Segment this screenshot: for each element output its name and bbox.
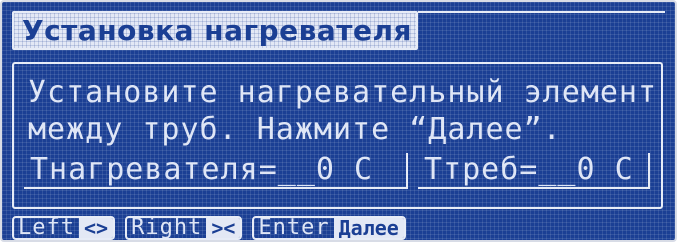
instruction-line-1: Установите нагревательный элемент [28, 75, 658, 110]
enter-key-label: Enter [258, 216, 330, 240]
title-bar: Установка нагревателя [12, 11, 418, 50]
left-key-action: <> [78, 218, 114, 238]
screen-title: Установка нагревателя [22, 14, 412, 47]
left-key-label: Left [18, 216, 75, 240]
right-key-label: Right [131, 216, 203, 240]
message-panel: Установите нагревательный элемент между … [12, 62, 663, 209]
enter-softkey[interactable]: Enter Далее [252, 216, 406, 240]
heater-temperature-field: Tнагревателя=__0 C [24, 153, 408, 189]
left-softkey[interactable]: Left <> [12, 216, 116, 240]
instruction-line-2: между труб. Нажмите “Далее”. [28, 112, 562, 147]
title-divider [418, 11, 665, 13]
softkey-bar: Left <> Right >< Enter Далее [12, 216, 406, 240]
right-key-action: >< [206, 218, 241, 238]
lcd-screen: Установка нагревателя Установите нагрева… [0, 0, 677, 242]
required-temperature-field: Tтреб=__0 C [418, 153, 650, 189]
right-softkey[interactable]: Right >< [125, 216, 243, 240]
next-action: Далее [333, 218, 404, 238]
